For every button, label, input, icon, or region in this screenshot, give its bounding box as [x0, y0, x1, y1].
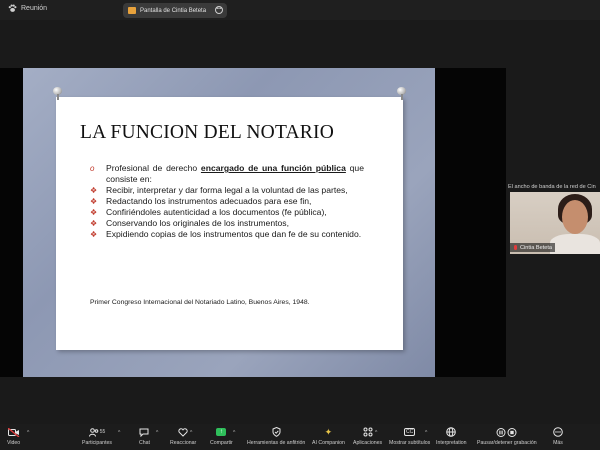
- share-screen-icon: ↑: [216, 426, 227, 438]
- apps-icon: [363, 426, 373, 438]
- ai-companion-label: AI Companion: [312, 440, 345, 446]
- slide-citation: Primer Congreso Internacional del Notari…: [90, 299, 310, 306]
- sparkle-icon: ✦: [324, 426, 333, 437]
- share-options-chevron-icon[interactable]: ^: [233, 430, 235, 436]
- screen-share-pill[interactable]: Pantalla de Cintia Beteta •••: [123, 3, 227, 18]
- chat-button[interactable]: Chat: [139, 426, 150, 446]
- slide-bullet-list: o Profesional de derecho encargado de un…: [90, 163, 364, 240]
- pause-stop-icon: [496, 426, 518, 438]
- host-tools-label: Herramientas de anfitrión: [247, 440, 306, 446]
- zoom-window: Reunión Pantalla de Cintia Beteta ••• LA…: [0, 0, 600, 450]
- bullet-marker: ❖: [90, 230, 98, 239]
- participant-name-tag: Cintia Beteta: [510, 243, 556, 252]
- participant-body: [550, 234, 600, 254]
- host-tools-button[interactable]: Herramientas de anfitrión: [247, 426, 305, 446]
- paw-icon: [8, 4, 17, 12]
- more-label: Más: [553, 440, 563, 446]
- captions-label: Mostrar subtítulos: [389, 440, 431, 446]
- captions-options-chevron-icon[interactable]: ^: [425, 430, 427, 436]
- bullet-marker: ❖: [90, 197, 98, 206]
- participant-video-tile[interactable]: Cintia Beteta: [510, 192, 600, 254]
- bullet-text: Redactando los instrumentos adecuados pa…: [106, 196, 312, 206]
- screen-share-label: Pantalla de Cintia Beteta: [140, 7, 207, 14]
- bullet-text: Confiriéndoles autenticidad a los docume…: [106, 207, 327, 217]
- apps-button[interactable]: Aplicaciones: [353, 426, 382, 446]
- apps-label: Aplicaciones: [353, 440, 383, 446]
- bullet-emphasis: encargado de una función pública: [200, 163, 346, 173]
- recording-button[interactable]: Pausar/detener grabación: [477, 426, 537, 446]
- reactions-button[interactable]: Reaccionar: [170, 426, 196, 446]
- top-bar: Reunión Pantalla de Cintia Beteta •••: [0, 0, 600, 20]
- video-button[interactable]: Video: [7, 426, 20, 446]
- video-options-chevron-icon[interactable]: ^: [27, 430, 29, 436]
- share-button[interactable]: ↑ Compartir: [210, 426, 233, 446]
- interpretation-button[interactable]: Interpretation: [436, 426, 467, 446]
- bullet-marker: o: [90, 164, 95, 173]
- participants-count: 55: [99, 429, 106, 435]
- slide-title: LA FUNCION DEL NOTARIO: [80, 122, 334, 143]
- chat-icon: [139, 426, 149, 438]
- bullet-text: Profesional de derecho: [106, 163, 201, 173]
- bullet-text: Recibir, interpretar y dar forma legal a…: [106, 185, 348, 195]
- bullet-item: ❖ Conservando los originales de los inst…: [90, 218, 364, 229]
- meeting-title-label: Reunión: [21, 5, 48, 12]
- pushpin-icon: [53, 87, 62, 100]
- more-icon: [553, 426, 563, 438]
- share-label: Compartir: [210, 440, 233, 446]
- chat-label: Chat: [139, 440, 150, 446]
- bullet-text: Conservando los originales de los instru…: [106, 218, 289, 228]
- participants-label: Participantes: [82, 440, 112, 446]
- shield-icon: [272, 426, 281, 438]
- participants-button[interactable]: 55 Participantes: [82, 426, 112, 446]
- more-options-icon[interactable]: •••: [215, 6, 223, 14]
- bullet-marker: ❖: [90, 219, 98, 228]
- bullet-marker: ❖: [90, 186, 98, 195]
- more-button[interactable]: Más: [553, 426, 563, 446]
- meeting-toolbar: Video ^ 55 Participantes ^ Chat ^ Reacci…: [0, 424, 600, 450]
- participants-options-chevron-icon[interactable]: ^: [118, 430, 120, 436]
- camera-off-icon: [7, 426, 20, 438]
- bullet-item: ❖ Confiriéndoles autenticidad a los docu…: [90, 207, 364, 218]
- bandwidth-notice: El ancho de banda de la red de Cin: [508, 184, 596, 190]
- bullet-item: o Profesional de derecho encargado de un…: [90, 163, 364, 185]
- bullet-item: ❖ Redactando los instrumentos adecuados …: [90, 196, 364, 207]
- participants-icon: 55: [88, 426, 106, 438]
- ai-companion-button[interactable]: ✦ AI Companion: [312, 426, 345, 447]
- bullet-item: ❖ Recibir, interpretar y dar forma legal…: [90, 185, 364, 196]
- closed-captions-icon: CC: [404, 428, 416, 436]
- apps-options-chevron-icon[interactable]: ^: [375, 430, 377, 436]
- interpretation-label: Interpretation: [436, 440, 467, 446]
- reactions-label: Reaccionar: [170, 440, 197, 446]
- meeting-title: Reunión: [8, 4, 47, 13]
- participant-face: [562, 200, 588, 234]
- screen-share-icon: [128, 7, 136, 14]
- globe-icon: [446, 426, 457, 438]
- recording-label: Pausar/detener grabación: [477, 440, 537, 446]
- video-label: Video: [7, 440, 21, 446]
- captions-button[interactable]: CC Mostrar subtítulos: [389, 426, 430, 446]
- chat-options-chevron-icon[interactable]: ^: [156, 430, 158, 436]
- heart-icon: [178, 426, 188, 438]
- participant-name: Cintia Beteta: [520, 244, 553, 251]
- bullet-item: ❖ Expidiendo copias de los instrumentos …: [90, 229, 364, 240]
- reactions-options-chevron-icon[interactable]: ^: [190, 430, 192, 436]
- bullet-text: Expidiendo copias de los instrumentos qu…: [106, 229, 362, 239]
- bullet-marker: ❖: [90, 208, 98, 217]
- mic-muted-icon: [513, 244, 518, 251]
- pushpin-icon: [397, 87, 406, 100]
